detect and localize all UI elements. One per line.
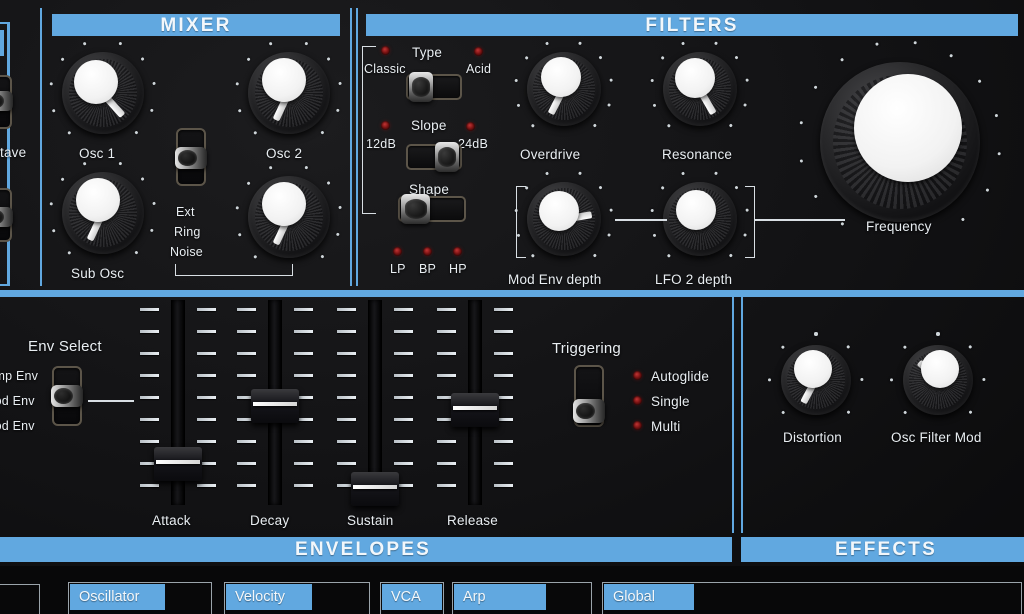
triggering-switch[interactable] (573, 365, 605, 427)
triggering-option-single: Single (651, 394, 690, 409)
knob-sub-osc[interactable] (49, 161, 157, 256)
triggering-option-autoglide: Autoglide (651, 369, 710, 384)
tab-velocity[interactable]: Velocity (226, 584, 312, 610)
knob-label-resonance: Resonance (662, 147, 733, 162)
envelopes-header: ENVELOPES (0, 537, 732, 562)
slider-label-attack: Attack (152, 513, 191, 528)
source-option-ext: Ext (176, 205, 195, 219)
slider-decay[interactable] (237, 300, 313, 505)
knob-osc-2[interactable] (235, 41, 343, 136)
slider-label-release: Release (447, 513, 498, 528)
knob-distortion[interactable] (768, 332, 864, 415)
knob-frequency[interactable] (799, 41, 1002, 227)
led-classic (381, 46, 390, 55)
knob-label-osc-2: Osc 2 (266, 146, 303, 161)
slider-label-decay: Decay (250, 513, 290, 528)
octave-switch-lower[interactable] (0, 188, 13, 242)
led-multi (633, 421, 642, 430)
knob-label-sub-osc: Sub Osc (71, 266, 125, 281)
depth-right-bracket (745, 186, 755, 258)
triggering-label: Triggering (552, 340, 621, 357)
slider-handle[interactable] (451, 393, 499, 427)
source-option-noise: Noise (170, 245, 203, 259)
slider-attack[interactable] (140, 300, 216, 505)
slider-label-sustain: Sustain (347, 513, 394, 528)
slider-release[interactable] (437, 300, 513, 505)
source-select-switch[interactable] (175, 128, 207, 186)
env-select-option-amp: Amp Env (0, 369, 39, 383)
knob-label-lfo-2-depth: LFO 2 depth (655, 272, 733, 287)
filter-type-switch[interactable] (406, 72, 462, 102)
led-12db (381, 121, 390, 130)
led-acid (474, 47, 483, 56)
synth-panel: tave MIXER Osc 1 Osc 2 Sub Osc Ext Ring … (0, 0, 1024, 614)
knob-label-mod-env-depth: Mod Env depth (508, 272, 602, 287)
led-24db (466, 122, 475, 131)
left-partial-blue-block (0, 30, 4, 56)
filter-slope-option-24db: 24dB (458, 137, 488, 151)
tab-panel-far-left (0, 584, 40, 614)
env-select-option-mod-2: Mod Env (0, 419, 35, 433)
octave-switch-upper[interactable] (0, 75, 13, 129)
filter-shape-option-bp: BP (419, 262, 437, 276)
knob-source-level[interactable] (235, 165, 343, 260)
slider-handle[interactable] (251, 389, 299, 423)
tab-arp[interactable]: Arp (454, 584, 546, 610)
knob-osc-filter-mod[interactable] (890, 332, 986, 415)
knob-label-osc-filter-mod: Osc Filter Mod (891, 430, 982, 445)
row-divider (0, 290, 1024, 297)
env-select-option-mod-1: Mod Env (0, 394, 35, 408)
knob-resonance[interactable] (650, 41, 750, 129)
depth-link-line (615, 219, 667, 221)
triggering-option-multi: Multi (651, 419, 681, 434)
knob-overdrive[interactable] (514, 41, 614, 129)
filter-switch-group-bracket (362, 46, 376, 214)
led-hp (453, 247, 462, 256)
filter-shape-switch[interactable] (398, 194, 466, 224)
env-select-switch[interactable] (51, 366, 83, 426)
led-autoglide (633, 371, 642, 380)
filter-slope-switch[interactable] (406, 142, 462, 172)
filter-shape-option-lp: LP (390, 262, 406, 276)
led-lp (393, 247, 402, 256)
filter-type-label: Type (412, 45, 443, 60)
tab-global[interactable]: Global (604, 584, 694, 610)
slider-sustain[interactable] (337, 300, 413, 506)
env-select-label: Env Select (28, 338, 102, 355)
knob-label-overdrive: Overdrive (520, 147, 581, 162)
knob-lfo-2-depth[interactable] (650, 171, 750, 259)
slider-handle[interactable] (351, 472, 399, 506)
led-single (633, 396, 642, 405)
tab-vca[interactable]: VCA (382, 584, 442, 610)
effects-header: EFFECTS (741, 537, 1024, 562)
mixer-group-bracket (175, 264, 293, 276)
depth-left-bracket (516, 186, 526, 258)
knob-label-distortion: Distortion (783, 430, 843, 445)
knob-osc-1[interactable] (49, 41, 157, 136)
filter-shape-option-hp: HP (449, 262, 467, 276)
knob-mod-env-depth[interactable] (514, 171, 614, 259)
tab-oscillator[interactable]: Oscillator (70, 584, 165, 610)
source-option-ring: Ring (174, 225, 201, 239)
left-partial-label: tave (0, 145, 27, 160)
filter-type-option-acid: Acid (466, 62, 492, 76)
slider-handle[interactable] (154, 447, 202, 481)
env-select-link-line (88, 400, 134, 402)
filter-slope-label: Slope (411, 118, 447, 133)
led-bp (423, 247, 432, 256)
knob-label-frequency: Frequency (866, 219, 932, 234)
